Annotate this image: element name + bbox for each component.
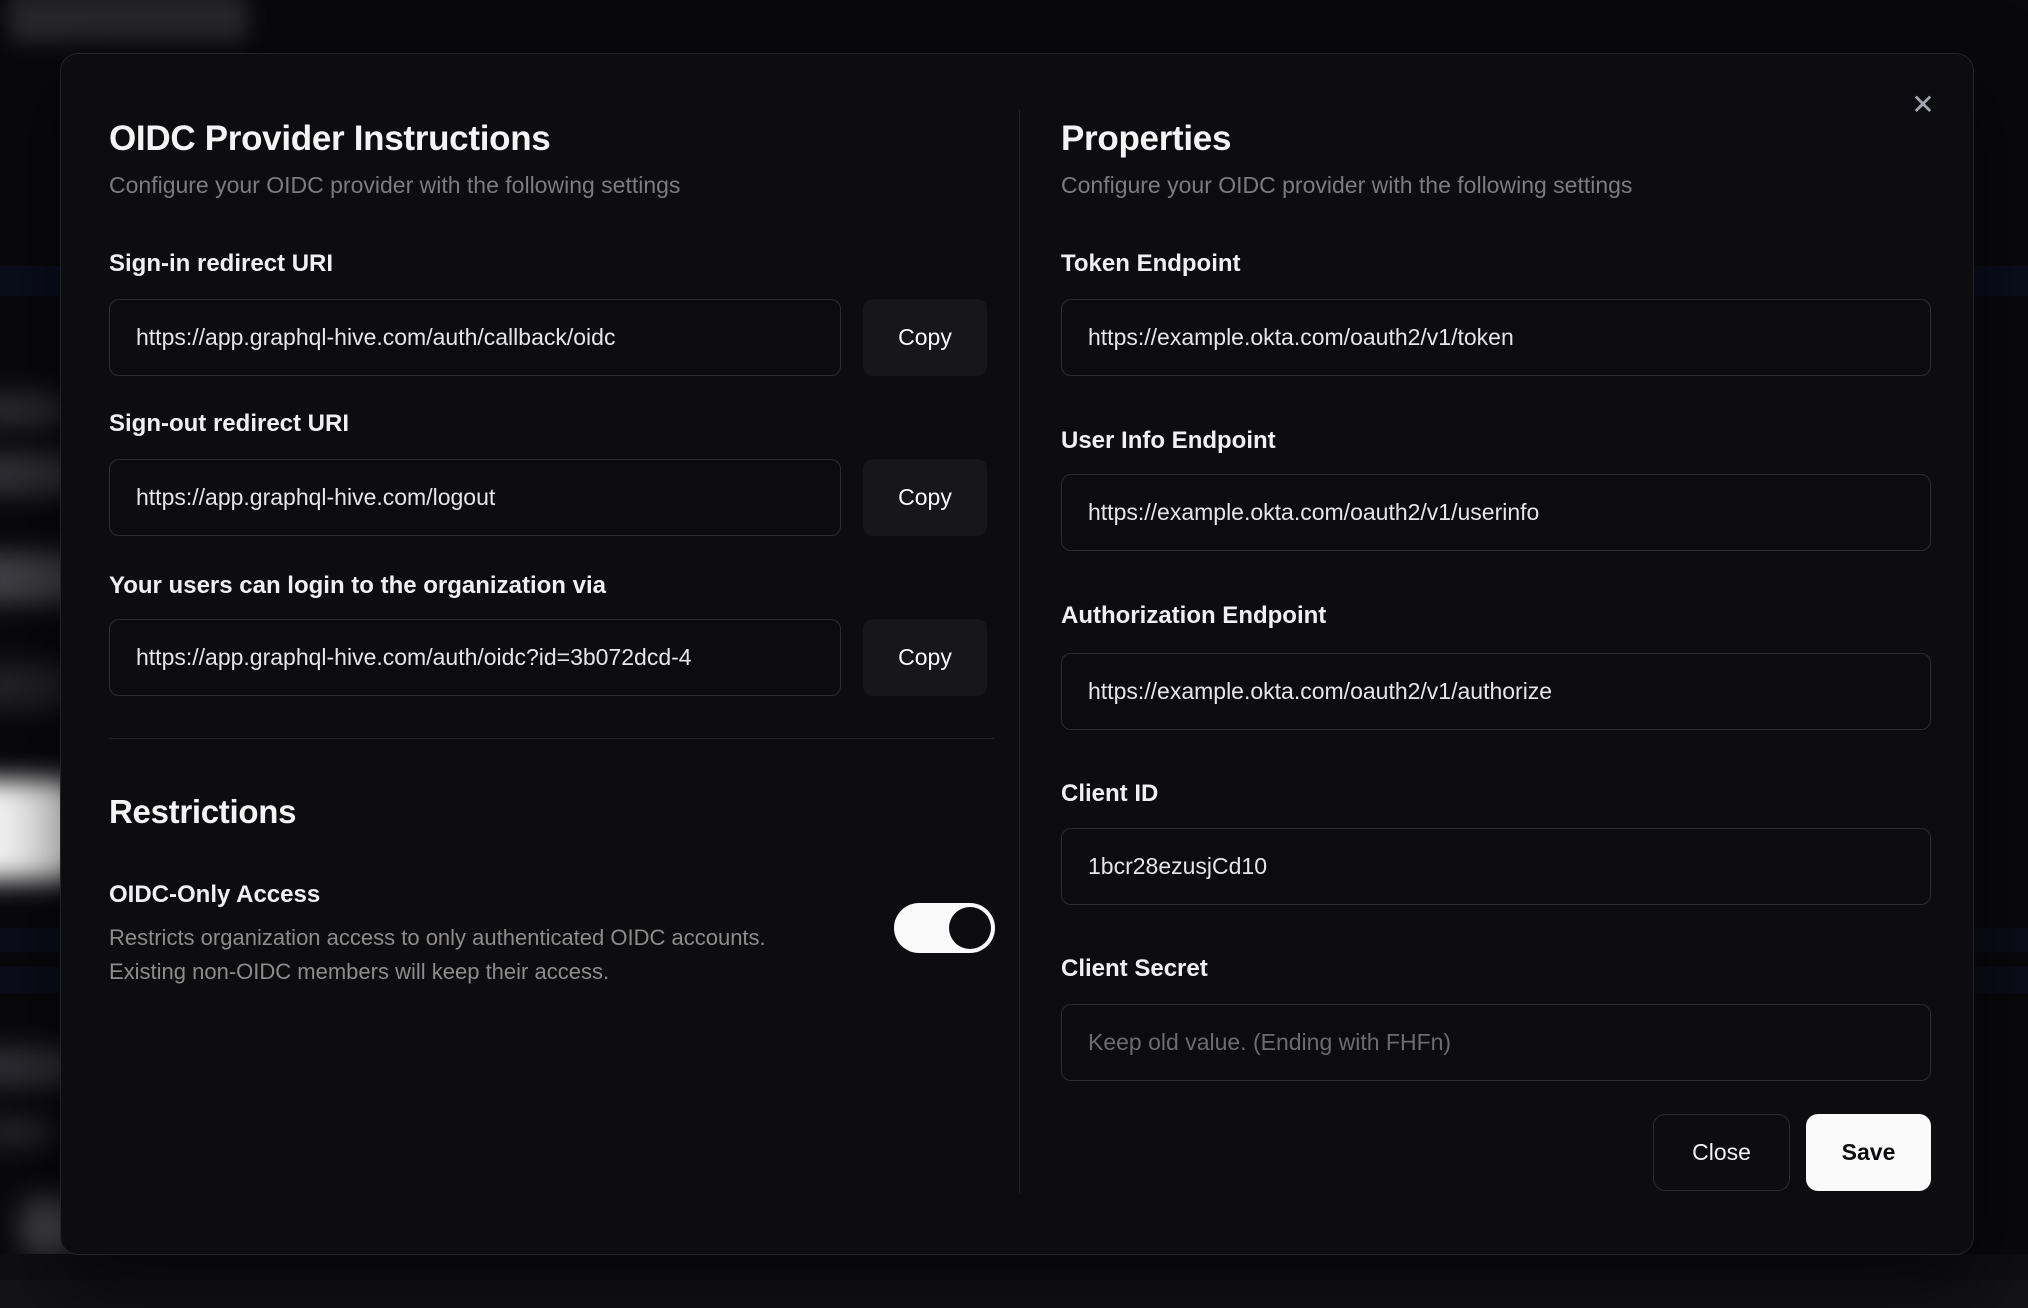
section-divider — [109, 738, 994, 739]
client-secret-label: Client Secret — [1061, 955, 1208, 982]
organization-login-uri-label: Your users can login to the organization… — [109, 572, 606, 599]
instructions-subtitle: Configure your OIDC provider with the fo… — [109, 172, 681, 198]
token-endpoint-label: Token Endpoint — [1061, 250, 1241, 277]
properties-title: Properties — [1061, 119, 1232, 158]
description-line-1: Restricts organization access to only au… — [109, 925, 766, 950]
oidc-only-access-row: OIDC-Only Access Restricts organization … — [109, 880, 995, 989]
screen: ✕ OIDC Provider Instructions Configure y… — [0, 0, 2028, 1308]
token-endpoint-input[interactable] — [1061, 299, 1931, 376]
background-footer-strip — [0, 1280, 2028, 1308]
sign-in-redirect-uri-row: Copy — [109, 299, 987, 376]
oidc-only-access-description: Restricts organization access to only au… — [109, 921, 987, 989]
copy-login-uri-button[interactable]: Copy — [863, 619, 987, 696]
save-button[interactable]: Save — [1806, 1114, 1931, 1191]
column-divider — [1019, 110, 1020, 1193]
copy-sign-out-uri-button[interactable]: Copy — [863, 459, 987, 536]
blurred-logo — [8, 0, 248, 42]
blurred-background-text — [0, 392, 65, 428]
properties-subtitle: Configure your OIDC provider with the fo… — [1061, 172, 1633, 198]
oidc-only-access-label: OIDC-Only Access — [109, 881, 321, 908]
organization-login-uri-input[interactable] — [109, 619, 841, 696]
sign-out-redirect-uri-input[interactable] — [109, 459, 841, 536]
blurred-background-text — [0, 1116, 54, 1148]
restrictions-title: Restrictions — [109, 793, 297, 830]
oidc-provider-dialog: ✕ OIDC Provider Instructions Configure y… — [60, 53, 1974, 1255]
user-info-endpoint-label: User Info Endpoint — [1061, 427, 1276, 454]
background-footer-strip — [0, 1254, 2028, 1280]
sign-out-redirect-uri-label: Sign-out redirect URI — [109, 410, 350, 437]
client-secret-input[interactable] — [1061, 1004, 1931, 1081]
properties-column: Properties Configure your OIDC provider … — [1061, 118, 1931, 1191]
sign-out-redirect-uri-row: Copy — [109, 459, 987, 536]
description-line-2: Existing non-OIDC members will keep thei… — [109, 959, 610, 984]
client-id-input[interactable] — [1061, 828, 1931, 905]
dialog-actions: Close Save — [1061, 1114, 1931, 1191]
oidc-only-access-toggle[interactable] — [894, 903, 995, 953]
close-button[interactable]: Close — [1653, 1114, 1790, 1191]
client-id-label: Client ID — [1061, 780, 1159, 807]
instructions-title: OIDC Provider Instructions — [109, 119, 551, 158]
organization-login-uri-row: Copy — [109, 619, 987, 696]
instructions-column: OIDC Provider Instructions Configure you… — [109, 118, 995, 989]
sign-in-redirect-uri-input[interactable] — [109, 299, 841, 376]
authorization-endpoint-label: Authorization Endpoint — [1061, 602, 1327, 629]
blurred-background-text — [92, 1280, 166, 1308]
user-info-endpoint-input[interactable] — [1061, 474, 1931, 551]
sign-in-redirect-uri-label: Sign-in redirect URI — [109, 250, 334, 277]
toggle-thumb — [949, 907, 991, 949]
copy-sign-in-uri-button[interactable]: Copy — [863, 299, 987, 376]
authorization-endpoint-input[interactable] — [1061, 653, 1931, 730]
